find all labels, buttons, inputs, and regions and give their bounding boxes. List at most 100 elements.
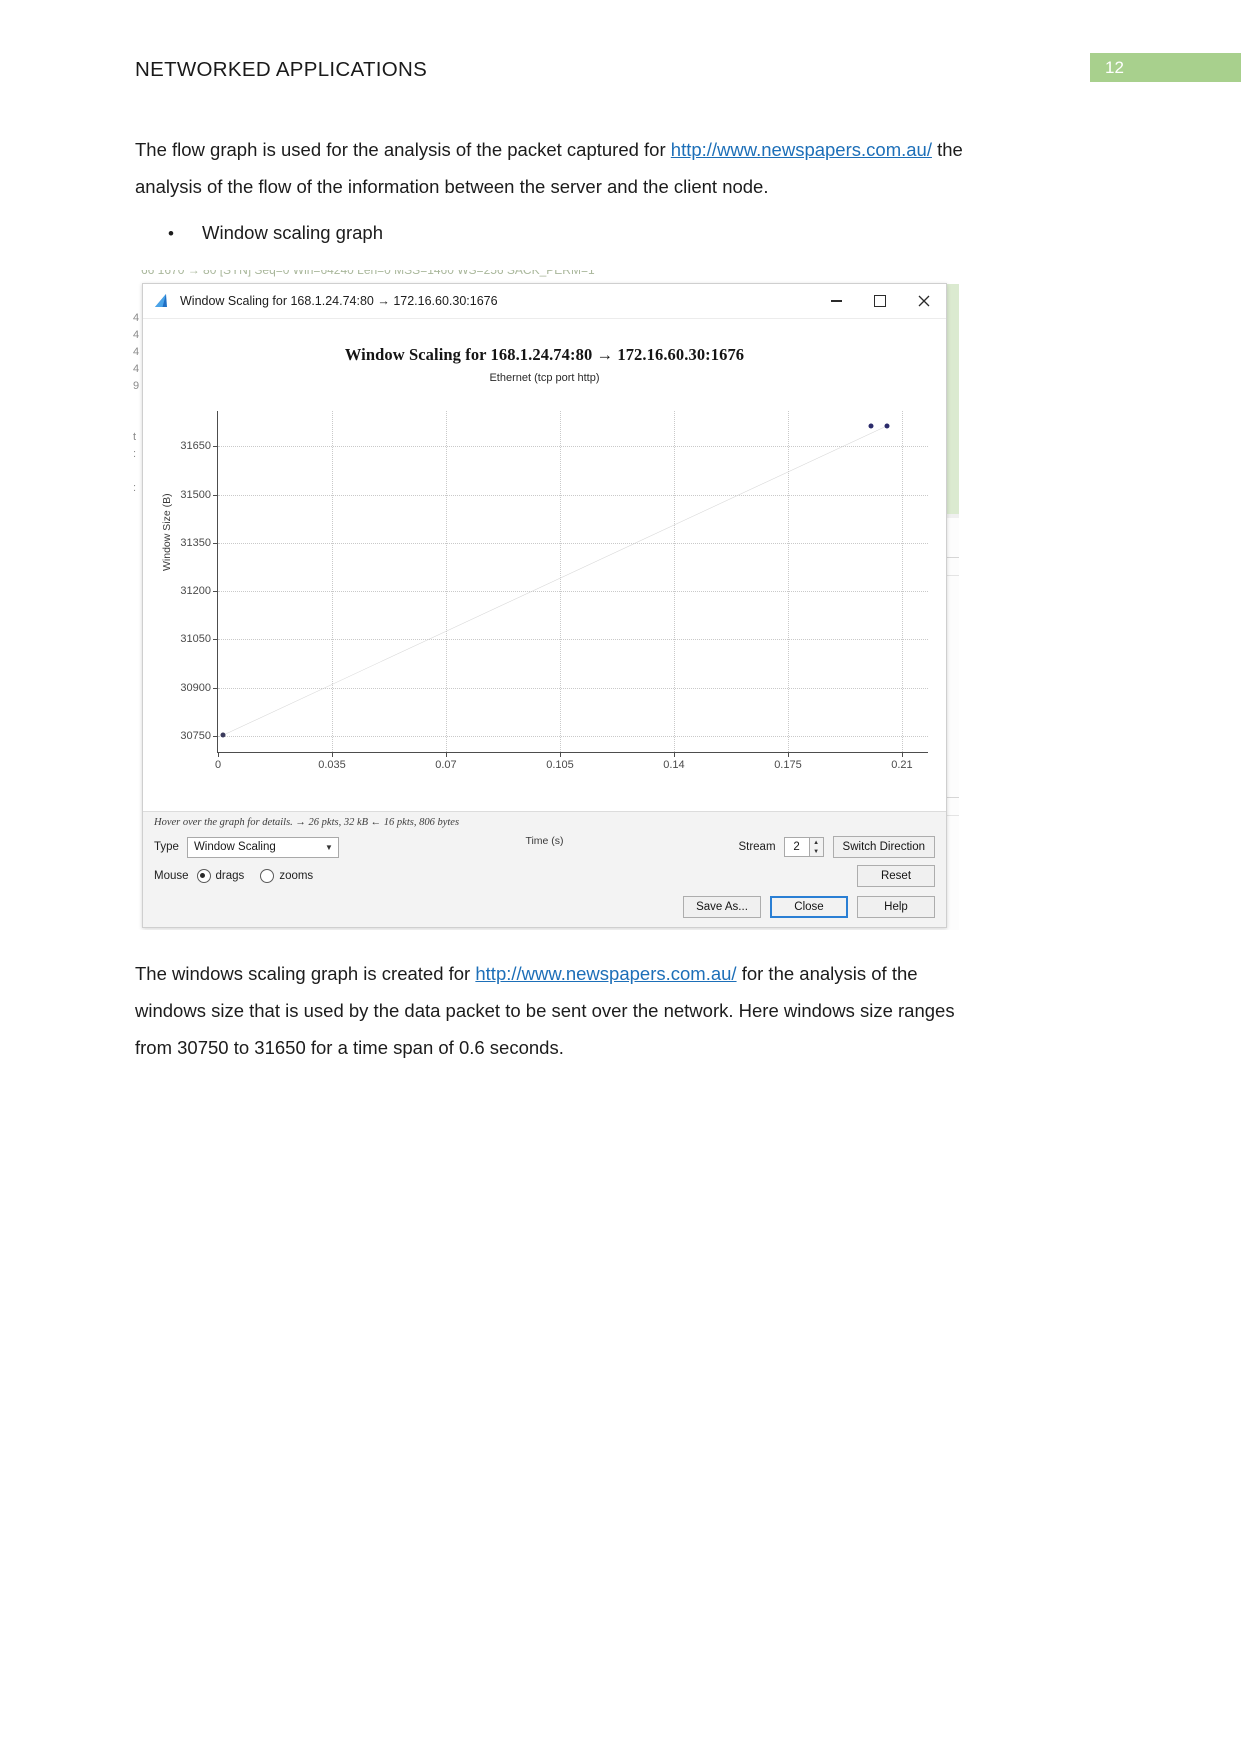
paragraph-2-text-before: The windows scaling graph is created for bbox=[135, 963, 476, 984]
stream-stepper-down[interactable]: ▼ bbox=[810, 847, 823, 856]
radio-zooms-label: zooms bbox=[279, 870, 314, 882]
maximize-button[interactable] bbox=[858, 284, 902, 318]
x-tick-label: 0.21 bbox=[891, 759, 913, 771]
newspapers-link-1[interactable]: http://www.newspapers.com.au/ bbox=[671, 139, 932, 160]
window-scaling-dialog: Window Scaling for 168.1.24.74:80 → 172.… bbox=[142, 283, 947, 928]
x-tickmark bbox=[331, 752, 333, 757]
stream-stepper[interactable]: ▲ ▼ bbox=[809, 837, 824, 857]
chart-container: Window Scaling for 168.1.24.74:80 → 172.… bbox=[153, 323, 936, 847]
y-tick-label: 31500 bbox=[180, 488, 211, 501]
data-point-marker bbox=[220, 732, 226, 738]
data-point-marker bbox=[884, 423, 890, 429]
x-tick-label: 0 bbox=[214, 759, 222, 771]
data-point-marker bbox=[868, 423, 874, 429]
y-gridline bbox=[218, 542, 928, 544]
y-tickmark bbox=[213, 494, 218, 496]
x-tickmark bbox=[218, 752, 219, 757]
wireshark-shark-fin-icon bbox=[153, 293, 171, 309]
close-button[interactable]: Close bbox=[770, 896, 848, 918]
y-tickmark bbox=[213, 735, 218, 737]
dialog-titlebar[interactable]: Window Scaling for 168.1.24.74:80 → 172.… bbox=[143, 284, 946, 319]
window-size-line bbox=[223, 426, 886, 735]
y-tickmark bbox=[213, 591, 218, 593]
background-clipped-packet-row: 66 1670 → 80 [SYN] Seq=0 Win=64240 Len=0… bbox=[133, 270, 973, 284]
bullet-point-icon: • bbox=[168, 224, 174, 243]
x-gridline bbox=[901, 411, 903, 752]
x-tickmark bbox=[901, 752, 903, 757]
x-gridline bbox=[673, 411, 675, 752]
paragraph-flow-graph: The flow graph is used for the analysis … bbox=[135, 131, 980, 205]
dialog-body: Window Scaling for 168.1.24.74:80 → 172.… bbox=[143, 319, 946, 847]
y-tick-label: 31350 bbox=[180, 536, 211, 549]
x-tick-label: 0.07 bbox=[435, 759, 457, 771]
y-tick-label: 31650 bbox=[180, 440, 211, 453]
save-as-button[interactable]: Save As... bbox=[683, 896, 761, 918]
series-line bbox=[218, 411, 928, 752]
mouse-mode-zooms[interactable]: zooms bbox=[260, 869, 329, 883]
background-right-strip bbox=[959, 282, 973, 930]
paragraph-1-text-before: The flow graph is used for the analysis … bbox=[135, 139, 671, 160]
stream-number-input[interactable]: 2 bbox=[783, 837, 810, 857]
x-gridline bbox=[331, 411, 333, 752]
y-gridline bbox=[218, 735, 928, 737]
page-number-badge: 12 bbox=[1090, 53, 1241, 82]
dialog-footer: Hover over the graph for details. → 26 p… bbox=[143, 811, 946, 927]
y-tickmark bbox=[213, 687, 218, 689]
embedded-screenshot: 4 4 4 4 9 t : : 66 1670 → 80 [SYN] Seq=0… bbox=[133, 270, 973, 930]
y-tick-label: 31200 bbox=[180, 585, 211, 598]
radio-zooms-icon[interactable] bbox=[260, 869, 275, 883]
y-tick-label: 31050 bbox=[180, 633, 211, 646]
chevron-down-icon: ▼ bbox=[324, 842, 333, 852]
close-icon[interactable] bbox=[902, 284, 946, 318]
minimize-button[interactable] bbox=[814, 284, 858, 318]
mouse-row: Mouse drags zooms Reset bbox=[154, 865, 935, 887]
graph-type-value: Window Scaling bbox=[193, 841, 276, 853]
y-axis-label: Window Size (B) bbox=[161, 493, 173, 571]
reset-button[interactable]: Reset bbox=[857, 865, 935, 887]
graph-type-dropdown[interactable]: Window Scaling ▼ bbox=[186, 836, 339, 858]
bullet-window-scaling-graph: • Window scaling graph bbox=[168, 222, 383, 244]
help-button[interactable]: Help bbox=[857, 896, 935, 918]
x-tick-label: 0.035 bbox=[318, 759, 346, 771]
x-tickmark bbox=[787, 752, 789, 757]
newspapers-link-2[interactable]: http://www.newspapers.com.au/ bbox=[475, 963, 736, 984]
x-axis-label: Time (s) bbox=[525, 835, 564, 847]
x-tickmark bbox=[673, 752, 675, 757]
mouse-label: Mouse bbox=[154, 870, 189, 882]
x-tick-label: 0.105 bbox=[546, 759, 574, 771]
chart-title: Window Scaling for 168.1.24.74:80 → 172.… bbox=[344, 345, 745, 364]
dialog-title: Window Scaling for 168.1.24.74:80 → 172.… bbox=[180, 294, 498, 308]
x-tickmark bbox=[559, 752, 561, 757]
x-gridline bbox=[445, 411, 447, 752]
x-tickmark bbox=[445, 752, 447, 757]
chart-canvas[interactable]: 31650 31500 31350 31200 31050 30900 30750 0 0.03… bbox=[180, 411, 928, 771]
radio-drags-icon[interactable] bbox=[196, 869, 211, 883]
x-tick-label: 0.14 bbox=[663, 759, 685, 771]
switch-direction-button[interactable]: Switch Direction bbox=[832, 836, 935, 858]
mouse-mode-drags[interactable]: drags bbox=[196, 869, 261, 883]
y-gridline bbox=[218, 591, 928, 593]
x-gridline bbox=[787, 411, 789, 752]
paragraph-windows-scaling: The windows scaling graph is created for… bbox=[135, 955, 985, 1066]
y-tick-label: 30900 bbox=[180, 681, 211, 694]
clipped-packet-text: 66 1670 → 80 [SYN] Seq=0 Win=64240 Len=0… bbox=[141, 270, 595, 277]
chart-subtitle: Ethernet (tcp port http) bbox=[489, 372, 600, 384]
y-gridline bbox=[218, 639, 928, 641]
window-controls bbox=[814, 284, 946, 318]
x-tick-label: 0.175 bbox=[774, 759, 802, 771]
y-tickmark bbox=[213, 639, 218, 641]
plot-area[interactable]: Window Size (B) 31650 31500 31350 31200 3105… bbox=[153, 411, 936, 847]
y-gridline bbox=[218, 687, 928, 689]
x-gridline bbox=[559, 411, 561, 752]
y-gridline bbox=[218, 494, 928, 496]
type-label: Type bbox=[154, 841, 179, 853]
bullet-label: Window scaling graph bbox=[202, 222, 383, 243]
y-tickmark bbox=[213, 542, 218, 544]
stream-label: Stream bbox=[738, 841, 776, 853]
y-gridline bbox=[218, 446, 928, 448]
dialog-action-buttons: Save As... Close Help bbox=[154, 896, 935, 918]
page-title: NETWORKED APPLICATIONS bbox=[135, 58, 428, 81]
stream-stepper-up[interactable]: ▲ bbox=[810, 838, 823, 847]
y-tick-label: 30750 bbox=[180, 729, 211, 742]
hover-hint-text: Hover over the graph for details. → 26 p… bbox=[154, 817, 460, 828]
